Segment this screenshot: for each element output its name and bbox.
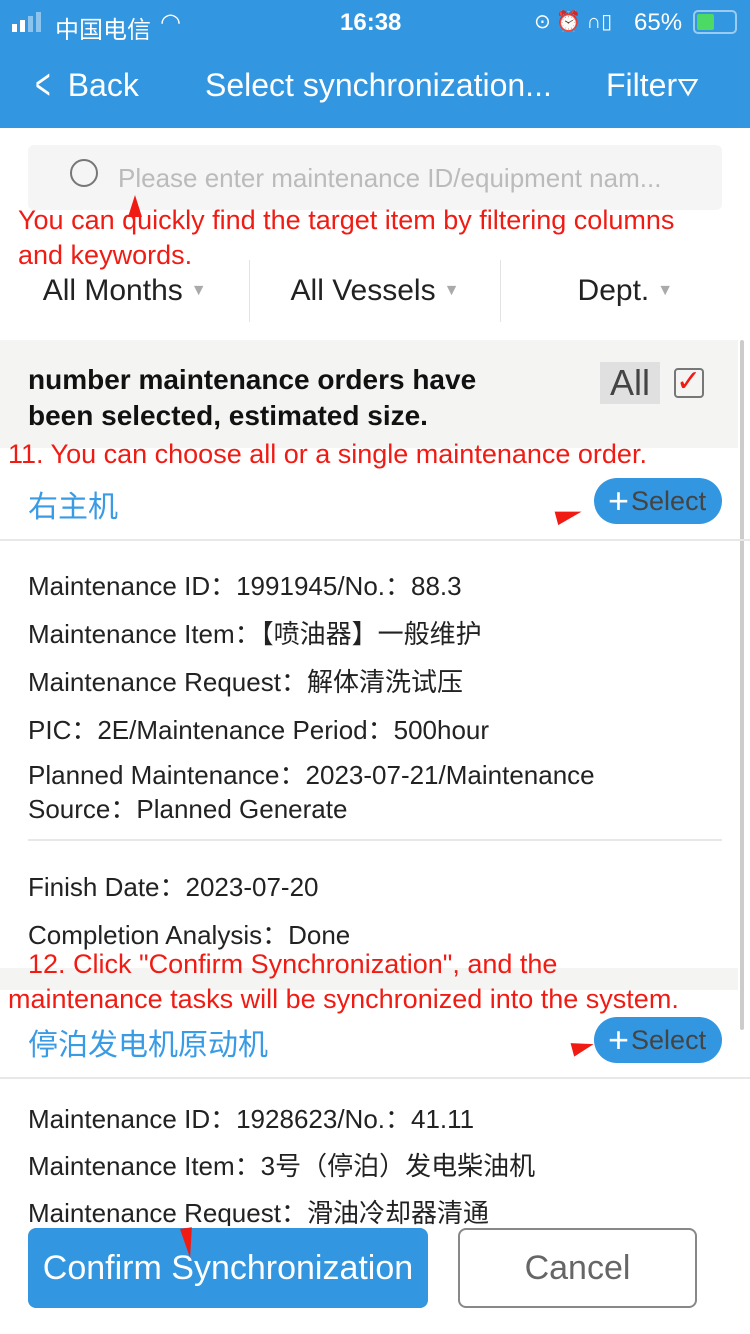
all-label: All — [600, 362, 661, 404]
selection-text: number maintenance orders have — [28, 364, 477, 395]
selection-info: number maintenance orders have been selec… — [28, 362, 476, 434]
filter-button[interactable]: Filter⛛ — [606, 67, 699, 104]
annotation-arrow — [554, 504, 584, 526]
back-button[interactable]: < Back — [30, 60, 139, 110]
divider — [0, 539, 750, 541]
battery-icon — [693, 10, 737, 34]
maintenance-id: Maintenance ID：1991945/No.：88.3 — [28, 571, 462, 601]
divider — [0, 1077, 750, 1079]
select-label: Select — [631, 1024, 707, 1055]
maintenance-request: Maintenance Request：解体清洗试压 — [28, 667, 463, 697]
caret-down-icon: ▼ — [443, 282, 460, 299]
maintenance-request: Maintenance Request：滑油冷却器清通 — [28, 1198, 489, 1228]
confirm-label: Confirm Synchronization — [42, 1248, 414, 1287]
finish-date: Finish Date：2023-07-20 — [28, 872, 319, 902]
group-title: 右主机 — [28, 491, 118, 524]
cancel-button[interactable]: Cancel — [458, 1228, 697, 1308]
select-button[interactable]: + Select — [594, 1017, 722, 1063]
funnel-icon: ⛛ — [677, 72, 699, 102]
filter-label: All Vessels — [290, 274, 436, 307]
confirm-sync-button[interactable]: Confirm Synchronization — [28, 1228, 428, 1308]
annotation-text: maintenance tasks will be synchronized i… — [8, 984, 679, 1014]
maintenance-item: Maintenance Item：3号（停泊）发电柴油机 — [28, 1151, 536, 1181]
filter-months[interactable]: All Months ▼ — [0, 260, 251, 322]
cancel-label: Cancel — [524, 1248, 631, 1287]
checkbox-checked-icon[interactable]: ✓ — [674, 367, 705, 398]
annotation-text: 11. You can choose all or a single maint… — [8, 439, 647, 469]
divider — [28, 839, 722, 841]
planned-maintenance: Planned Maintenance：2023-07-21/Maintenan… — [28, 760, 595, 790]
maintenance-id: Maintenance ID：1928623/No.：41.11 — [28, 1104, 475, 1134]
filter-label: Filter — [606, 67, 678, 103]
filter-label: All Months — [42, 274, 183, 307]
selection-text: been selected, estimated size. — [28, 400, 428, 431]
annotation-text: 12. Click "Confirm Synchronization", and… — [28, 949, 558, 979]
annotation-text: You can quickly find the target item by … — [18, 205, 675, 235]
filter-dept[interactable]: Dept. ▼ — [501, 260, 750, 322]
select-all-toggle[interactable]: All ✓ — [600, 362, 705, 404]
chevron-left-icon: < — [35, 60, 51, 109]
clock: 16:38 — [340, 9, 402, 36]
scrollbar[interactable] — [740, 340, 744, 1030]
signal-icon — [12, 12, 41, 32]
filter-bar: All Months ▼ All Vessels ▼ Dept. ▼ — [0, 260, 750, 322]
search-icon — [70, 159, 98, 187]
plus-icon: + — [608, 1019, 630, 1060]
select-button[interactable]: + Select — [594, 478, 722, 524]
caret-down-icon: ▼ — [657, 282, 674, 299]
status-icons: ⊙ ⏰ ∩▯ — [534, 11, 613, 33]
pic-period: PIC：2E/Maintenance Period：500hour — [28, 715, 490, 745]
filter-label: Dept. — [577, 274, 650, 307]
group-title: 停泊发电机原动机 — [28, 1029, 268, 1062]
search-placeholder: Please enter maintenance ID/equipment na… — [118, 163, 662, 193]
filter-vessels[interactable]: All Vessels ▼ — [250, 260, 501, 322]
select-label: Select — [631, 485, 707, 516]
nav-bar: < Back Select synchronization... Filter⛛ — [0, 40, 750, 128]
battery-percent: 65% — [634, 9, 683, 36]
annotation-arrow — [570, 1037, 596, 1057]
plus-icon: + — [608, 480, 630, 521]
wifi-icon: ◠ — [160, 9, 181, 36]
maintenance-source: Source：Planned Generate — [28, 794, 348, 824]
maintenance-item: Maintenance Item：【喷油器】一般维护 — [28, 619, 482, 649]
back-label: Back — [67, 66, 139, 103]
caret-down-icon: ▼ — [190, 282, 207, 299]
page-title: Select synchronization... — [205, 67, 552, 103]
